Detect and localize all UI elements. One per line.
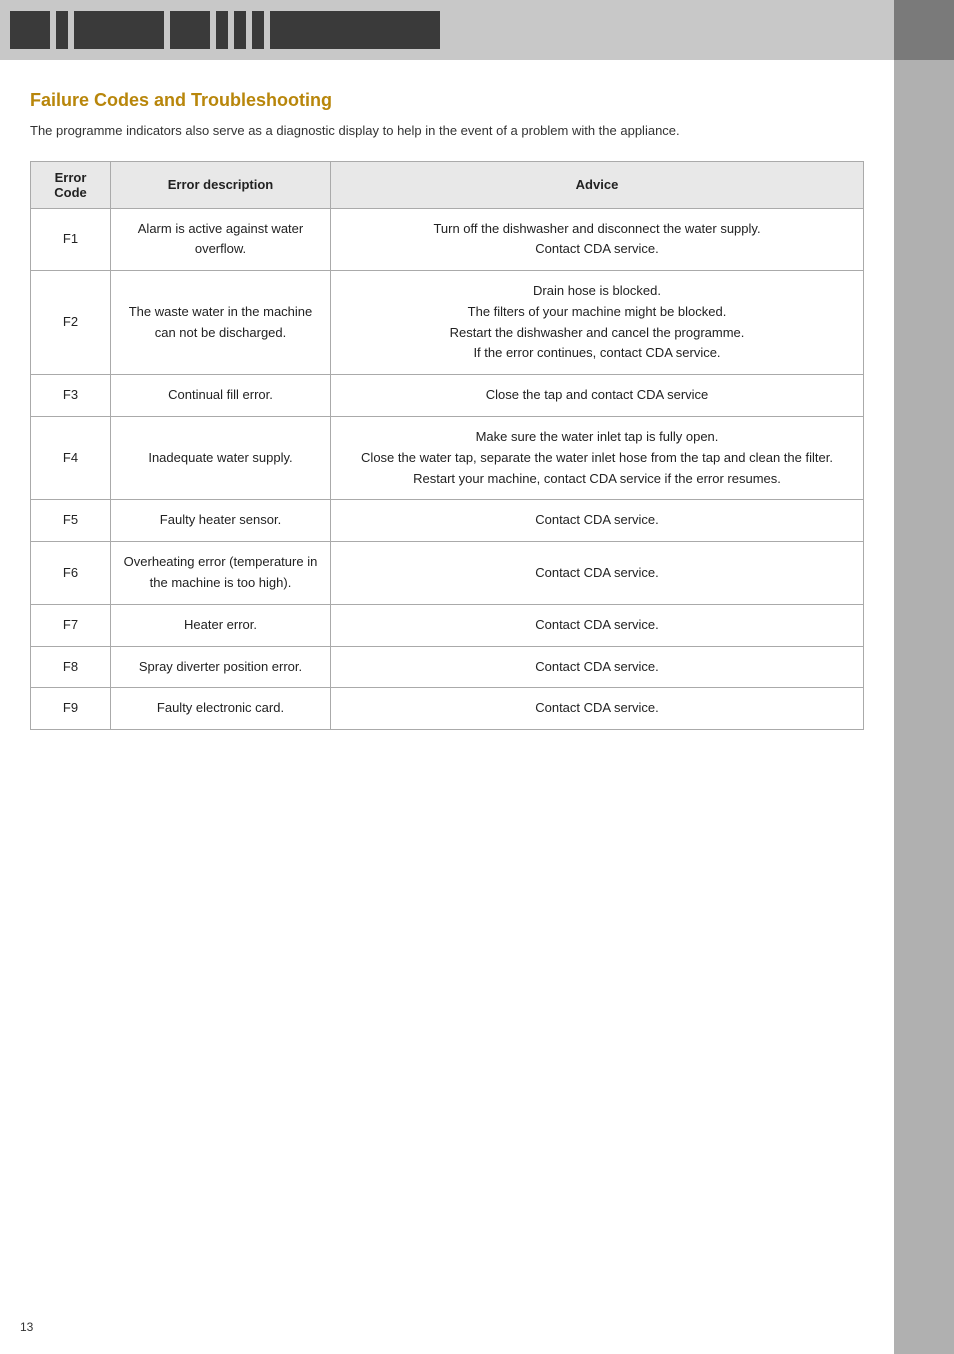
advice-cell: Turn off the dishwasher and disconnect t…: [331, 208, 864, 271]
col-header-advice: Advice: [331, 161, 864, 208]
table-row: F4Inadequate water supply.Make sure the …: [31, 417, 864, 500]
page-number: 13: [20, 1320, 33, 1334]
header-right-accent: [894, 0, 954, 60]
error-code-cell: F7: [31, 604, 111, 646]
page-title: Failure Codes and Troubleshooting: [30, 90, 864, 111]
header-square-6: [234, 11, 246, 49]
advice-cell: Close the tap and contact CDA service: [331, 375, 864, 417]
error-description-cell: Alarm is active against water overflow.: [111, 208, 331, 271]
error-description-cell: Inadequate water supply.: [111, 417, 331, 500]
header-square-5: [216, 11, 228, 49]
advice-cell: Contact CDA service.: [331, 500, 864, 542]
error-description-cell: Continual fill error.: [111, 375, 331, 417]
error-code-cell: F1: [31, 208, 111, 271]
error-description-cell: The waste water in the machine can not b…: [111, 271, 331, 375]
table-row: F2The waste water in the machine can not…: [31, 271, 864, 375]
col-header-code: Error Code: [31, 161, 111, 208]
error-description-cell: Heater error.: [111, 604, 331, 646]
table-row: F6Overheating error (temperature in the …: [31, 542, 864, 605]
error-description-cell: Faulty heater sensor.: [111, 500, 331, 542]
error-codes-table: Error Code Error description Advice F1Al…: [30, 161, 864, 731]
header-square-8: [270, 11, 440, 49]
table-row: F9Faulty electronic card.Contact CDA ser…: [31, 688, 864, 730]
table-row: F5Faulty heater sensor.Contact CDA servi…: [31, 500, 864, 542]
table-row: F1Alarm is active against water overflow…: [31, 208, 864, 271]
error-description-cell: Faulty electronic card.: [111, 688, 331, 730]
intro-text: The programme indicators also serve as a…: [30, 121, 864, 141]
right-sidebar: [894, 60, 954, 1354]
error-description-cell: Spray diverter position error.: [111, 646, 331, 688]
error-code-cell: F5: [31, 500, 111, 542]
table-header: Error Code Error description Advice: [31, 161, 864, 208]
table-body: F1Alarm is active against water overflow…: [31, 208, 864, 730]
error-code-cell: F8: [31, 646, 111, 688]
header-square-4: [170, 11, 210, 49]
error-code-cell: F2: [31, 271, 111, 375]
header-square-2: [56, 11, 68, 49]
advice-cell: Contact CDA service.: [331, 542, 864, 605]
col-header-desc: Error description: [111, 161, 331, 208]
header-square-1: [10, 11, 50, 49]
error-description-cell: Overheating error (temperature in the ma…: [111, 542, 331, 605]
table-row: F3Continual fill error.Close the tap and…: [31, 375, 864, 417]
header-bar: [0, 0, 954, 60]
advice-cell: Make sure the water inlet tap is fully o…: [331, 417, 864, 500]
advice-cell: Contact CDA service.: [331, 604, 864, 646]
main-area: Failure Codes and Troubleshooting The pr…: [0, 60, 894, 1354]
table-row: F7Heater error.Contact CDA service.: [31, 604, 864, 646]
page-content: Failure Codes and Troubleshooting The pr…: [0, 60, 954, 1354]
error-code-cell: F9: [31, 688, 111, 730]
advice-cell: Contact CDA service.: [331, 688, 864, 730]
table-row: F8Spray diverter position error.Contact …: [31, 646, 864, 688]
error-code-cell: F3: [31, 375, 111, 417]
error-code-cell: F4: [31, 417, 111, 500]
error-code-cell: F6: [31, 542, 111, 605]
header-square-7: [252, 11, 264, 49]
header-square-3: [74, 11, 164, 49]
advice-cell: Contact CDA service.: [331, 646, 864, 688]
advice-cell: Drain hose is blocked.The filters of you…: [331, 271, 864, 375]
